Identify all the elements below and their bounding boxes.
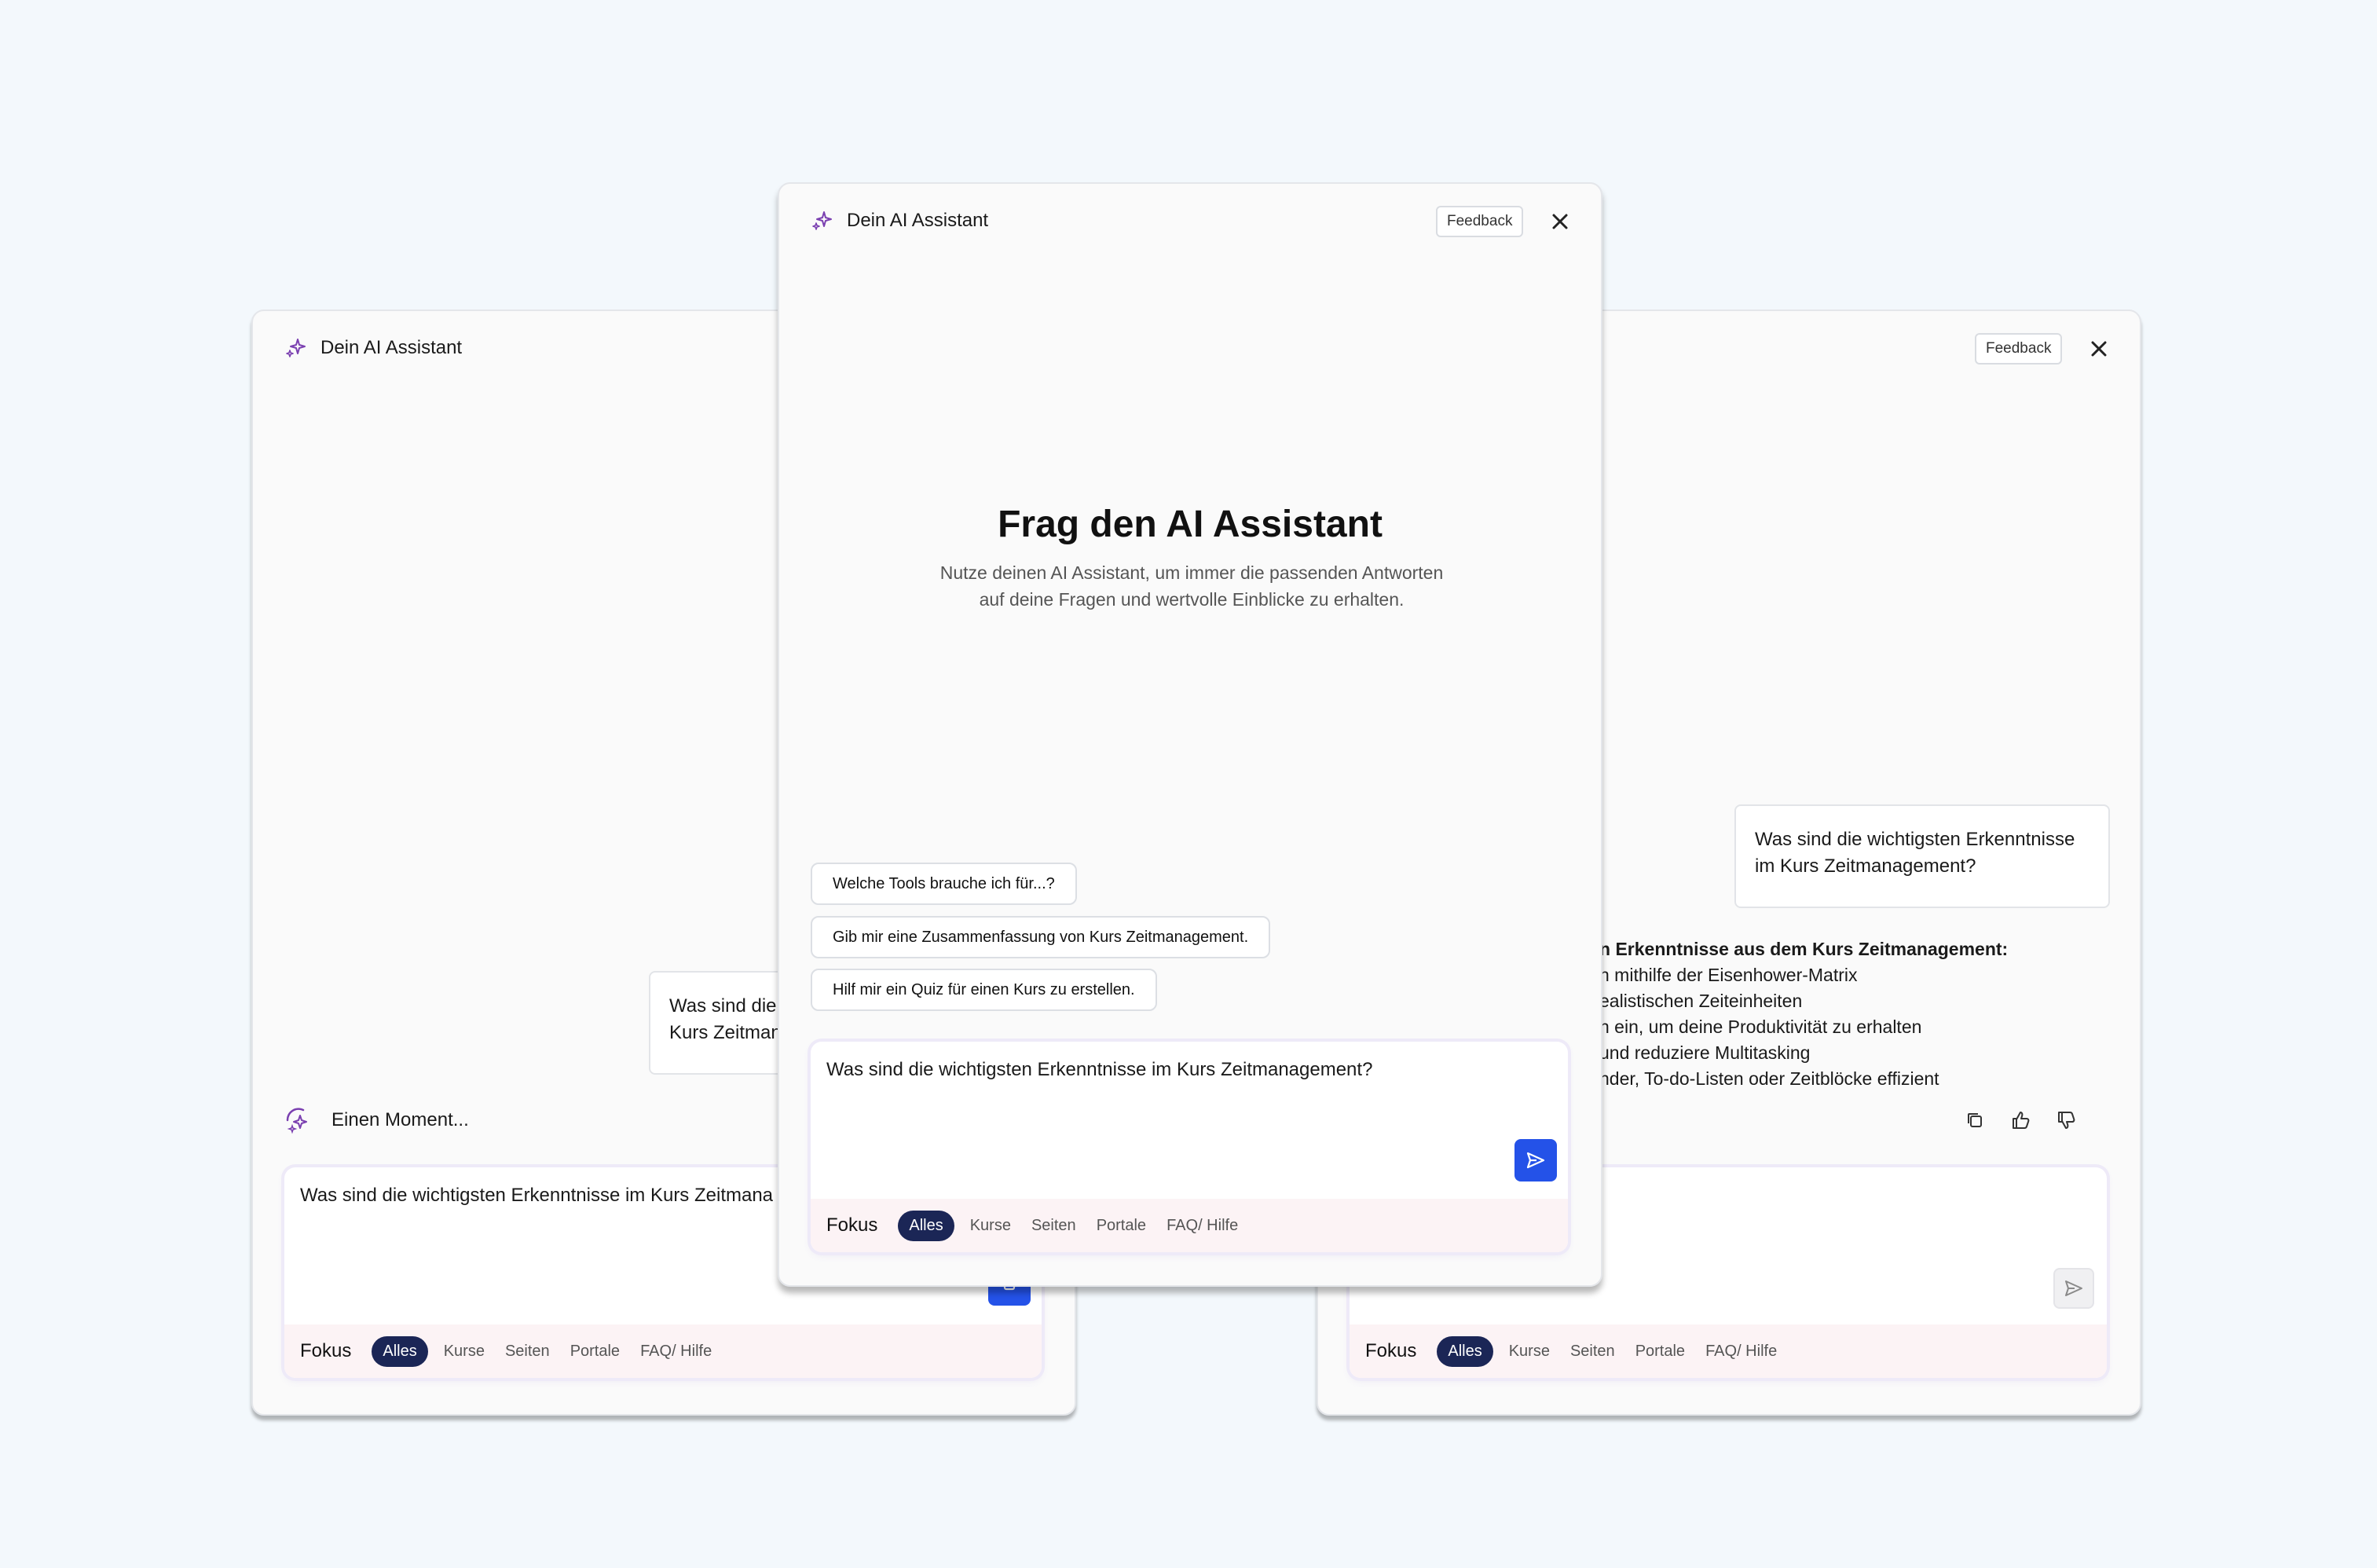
answer-line: ealistischen Zeiteinheiten (1599, 991, 1803, 1011)
focus-chip-portale[interactable]: Portale (1092, 1212, 1151, 1240)
focus-bar: Fokus Alles Kurse Seiten Portale FAQ/ Hi… (284, 1324, 1042, 1378)
send-button[interactable] (2053, 1268, 2094, 1309)
focus-chip-alles[interactable]: Alles (1437, 1335, 1493, 1367)
send-icon (2065, 1280, 2082, 1296)
focus-chip-seiten[interactable]: Seiten (500, 1338, 555, 1365)
assistant-panel-center: Dein AI Assistant Feedback Frag den AI A… (778, 182, 1602, 1287)
thumbs-down-icon[interactable] (2055, 1109, 2077, 1131)
focus-label: Fokus (1365, 1340, 1417, 1361)
focus-chip-kurse[interactable]: Kurse (965, 1212, 1016, 1240)
feedback-button[interactable]: Feedback (1436, 206, 1524, 237)
feedback-button[interactable]: Feedback (1975, 333, 2063, 365)
focus-chip-alles[interactable]: Alles (372, 1335, 428, 1367)
loading-indicator: Einen Moment... (283, 1105, 469, 1136)
answer-line: n ein, um deine Produktivität zu erhalte… (1599, 1017, 1922, 1037)
chat-input[interactable]: Was sind die wichtigsten Erkenntnisse im… (300, 1185, 773, 1207)
answer-heading: n Erkenntnisse aus dem Kurs Zeitmanageme… (1599, 939, 2009, 959)
answer-actions (1964, 1109, 2077, 1131)
close-icon[interactable] (2088, 338, 2110, 360)
loading-text: Einen Moment... (331, 1109, 469, 1130)
focus-chip-kurse[interactable]: Kurse (1504, 1338, 1555, 1365)
close-icon[interactable] (1549, 211, 1571, 233)
assistant-answer: n Erkenntnisse aus dem Kurs Zeitmanageme… (1599, 936, 2008, 1092)
chat-input[interactable]: Was sind die wichtigsten Erkenntnisse im… (826, 1059, 1372, 1081)
copy-icon[interactable] (1964, 1109, 1986, 1131)
panel-header: Dein AI Assistant (811, 209, 988, 233)
focus-chip-faq[interactable]: FAQ/ Hilfe (635, 1338, 716, 1365)
focus-chip-alles[interactable]: Alles (898, 1210, 954, 1241)
focus-bar: Fokus Alles Kurse Seiten Portale FAQ/ Hi… (1350, 1324, 2107, 1378)
user-message-bubble: Was sind die wichtigsten Erkenntnisse im… (1734, 804, 2110, 908)
page-title: Frag den AI Assistant (998, 504, 1383, 545)
bubble-line: Was sind die wichtigsten Erkenntnisse (1755, 829, 2075, 850)
loading-sparkle-icon (286, 1108, 307, 1134)
panel-title: Dein AI Assistant (320, 337, 463, 358)
focus-bar: Fokus Alles Kurse Seiten Portale FAQ/ Hi… (811, 1199, 1568, 1252)
panel-header: Dein AI Assistant (284, 336, 462, 360)
focus-chip-faq[interactable]: FAQ/ Hilfe (1701, 1338, 1782, 1365)
sparkle-icon (812, 211, 832, 230)
focus-chip-seiten[interactable]: Seiten (1027, 1212, 1081, 1240)
focus-label: Fokus (300, 1340, 352, 1361)
thumbs-up-icon[interactable] (2009, 1109, 2031, 1131)
sparkle-icon (286, 339, 306, 357)
focus-chip-portale[interactable]: Portale (1631, 1338, 1690, 1365)
focus-label: Fokus (826, 1214, 878, 1236)
suggestion-chip[interactable]: Welche Tools brauche ich für...? (811, 863, 1077, 905)
focus-chip-faq[interactable]: FAQ/ Hilfe (1162, 1212, 1243, 1240)
intro-line: Nutze deinen AI Assistant, um immer die … (939, 562, 1444, 583)
answer-line: und reduziere Multitasking (1599, 1042, 1811, 1063)
answer-line: n mithilfe der Eisenhower-Matrix (1599, 965, 1858, 985)
focus-chip-seiten[interactable]: Seiten (1566, 1338, 1620, 1365)
intro-text: Nutze deinen AI Assistant, um immer die … (897, 559, 1486, 613)
focus-chip-kurse[interactable]: Kurse (439, 1338, 489, 1365)
panel-title: Dein AI Assistant (847, 210, 989, 231)
intro-line: auf deine Fragen und wertvolle Einblicke… (979, 589, 1405, 610)
focus-chip-portale[interactable]: Portale (566, 1338, 624, 1365)
answer-line: nder, To-do-Listen oder Zeitblöcke effiz… (1599, 1068, 1939, 1089)
chat-composer: Was sind die wichtigsten Erkenntnisse im… (811, 1042, 1568, 1252)
suggestion-chip[interactable]: Gib mir eine Zusammenfassung von Kurs Ze… (811, 916, 1271, 958)
send-button[interactable] (1514, 1139, 1557, 1181)
send-icon (1526, 1152, 1545, 1169)
suggestion-chip[interactable]: Hilf mir ein Quiz für einen Kurs zu erst… (811, 969, 1157, 1011)
bubble-line: im Kurs Zeitmanagement? (1755, 855, 1976, 877)
